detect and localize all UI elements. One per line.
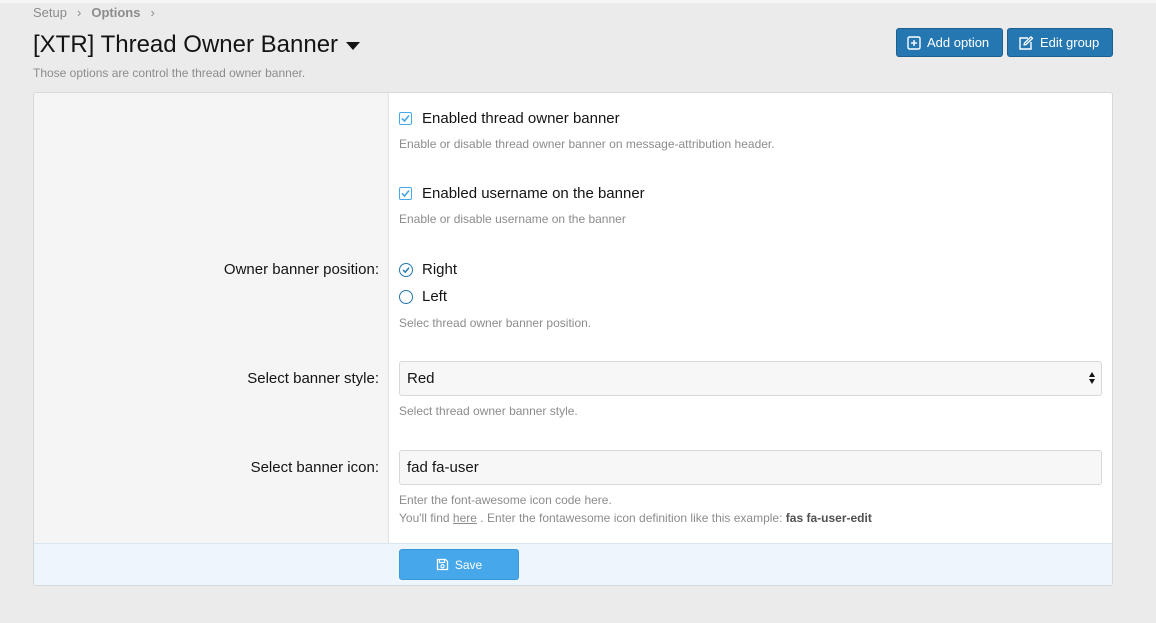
top-strip <box>0 0 1156 3</box>
position-radio-right[interactable]: Right <box>399 261 457 278</box>
icon-label: Select banner icon: <box>250 459 379 476</box>
style-hint: Select thread owner banner style. <box>399 404 578 418</box>
breadcrumb: Setup › Options › <box>33 4 165 20</box>
save-button[interactable]: Save <box>399 549 519 580</box>
select-arrows-icon <box>1089 372 1095 384</box>
banner-style-value: Red <box>407 370 435 387</box>
page-title-text: [XTR] Thread Owner Banner <box>33 31 339 58</box>
icon-hint-middle: . Enter the fontawesome icon definition … <box>480 511 783 525</box>
icon-hint-line1: Enter the font-awesome icon code here. <box>399 493 612 507</box>
radio-right-label: Right <box>422 261 458 278</box>
page-title[interactable]: [XTR] Thread Owner Banner <box>33 30 361 60</box>
breadcrumb-separator: › <box>76 4 82 20</box>
enabled-banner-label: Enabled thread owner banner <box>422 110 620 127</box>
icon-hint-prefix: You'll find <box>399 511 450 525</box>
position-hint: Selec thread owner banner position. <box>399 316 592 330</box>
caret-down-icon[interactable] <box>346 42 361 50</box>
icon-hint-example: fas fa-user-edit <box>785 511 872 525</box>
edit-group-button[interactable]: Edit group <box>1007 28 1113 57</box>
position-label: Owner banner position: <box>223 261 379 278</box>
edit-group-label: Edit group <box>1040 35 1100 50</box>
edit-icon <box>1019 35 1034 50</box>
enabled-username-label: Enabled username on the banner <box>422 185 645 202</box>
plus-square-icon <box>907 35 921 50</box>
enabled-username-checkbox-row[interactable]: Enabled username on the banner <box>399 185 645 202</box>
enabled-username-hint: Enable or disable username on the banner <box>399 212 626 226</box>
breadcrumb-setup[interactable]: Setup <box>33 5 67 20</box>
radio-left[interactable] <box>399 289 413 304</box>
banner-style-select[interactable]: Red <box>399 361 1102 396</box>
form-footer: Save <box>34 543 1112 585</box>
here-link[interactable]: here <box>453 511 477 525</box>
check-icon <box>401 114 410 123</box>
enabled-banner-hint: Enable or disable thread owner banner on… <box>399 137 775 151</box>
enabled-banner-checkbox[interactable] <box>399 112 412 125</box>
page-description: Those options are control the thread own… <box>33 66 306 80</box>
radio-left-label: Left <box>422 288 448 305</box>
position-radio-left[interactable]: Left <box>399 288 447 305</box>
breadcrumb-separator: › <box>150 4 155 20</box>
enabled-banner-checkbox-row[interactable]: Enabled thread owner banner <box>399 110 620 127</box>
banner-icon-value: fad fa-user <box>407 459 479 476</box>
check-icon <box>402 266 410 273</box>
check-icon <box>401 189 410 198</box>
add-option-button[interactable]: Add option <box>896 28 1003 57</box>
style-label: Select banner style: <box>247 370 379 387</box>
icon-hint-line2: You'll find here . Enter the fontawesome… <box>399 511 872 525</box>
banner-icon-input[interactable]: fad fa-user <box>399 450 1102 485</box>
enabled-username-checkbox[interactable] <box>399 187 412 200</box>
breadcrumb-options[interactable]: Options <box>91 5 140 20</box>
add-option-label: Add option <box>927 35 990 50</box>
save-icon <box>436 558 448 571</box>
options-panel: Enabled thread owner banner Enable or di… <box>33 92 1113 586</box>
radio-right[interactable] <box>399 262 413 277</box>
save-label: Save <box>454 557 483 572</box>
